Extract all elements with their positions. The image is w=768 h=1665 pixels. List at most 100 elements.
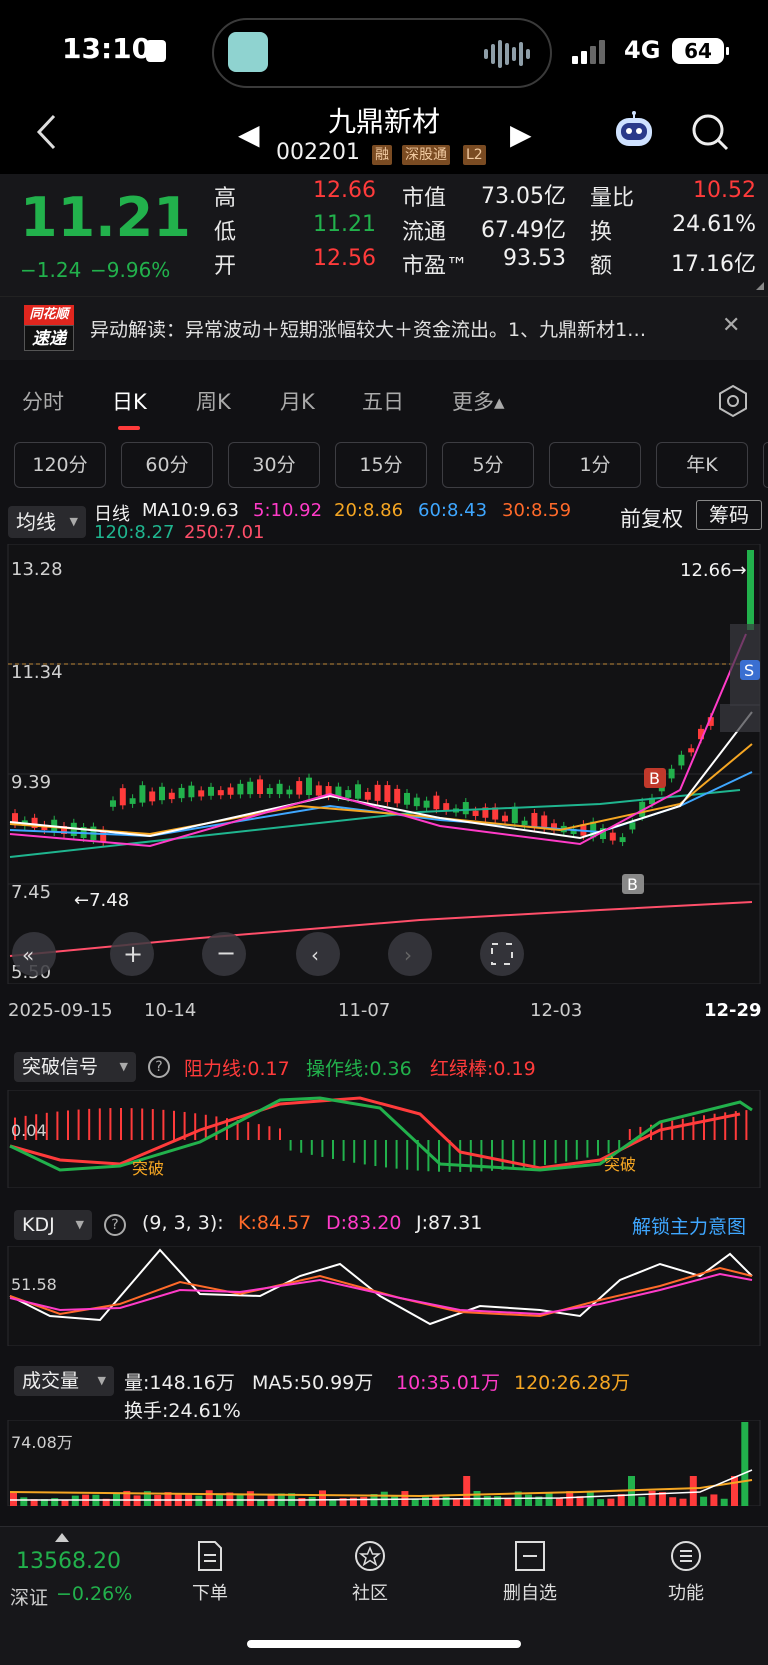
volume-bar (525, 1494, 532, 1506)
volume-bar (432, 1495, 440, 1506)
ma60-value: 60:8.43 (418, 500, 488, 521)
tab-five-day[interactable]: 五日 (362, 386, 404, 416)
breakout-bar (703, 1115, 705, 1140)
adjust-mode[interactable]: 前复权 (620, 503, 683, 533)
volume-selector[interactable]: 成交量 (14, 1366, 114, 1396)
breakout-bar (385, 1140, 387, 1168)
id-card-icon (146, 40, 166, 62)
candle (247, 781, 254, 795)
candle (502, 815, 508, 822)
period-60min[interactable]: 60分 (121, 442, 213, 488)
turnover-label: 换 (590, 220, 613, 245)
expand-index-icon[interactable] (55, 1533, 69, 1542)
candle (286, 789, 293, 795)
nav-community[interactable]: 社区 (330, 1539, 410, 1605)
search-icon[interactable] (690, 112, 730, 152)
breakout-level-label: 0.04 (11, 1121, 47, 1140)
x-tick-3: 11-07 (338, 1000, 391, 1021)
period-30min[interactable]: 30分 (228, 442, 320, 488)
tab-more[interactable]: 更多▴ (452, 386, 505, 416)
volume-chart: 74.08万 (7, 1420, 761, 1506)
ma10-value: MA10:9.63 (142, 500, 239, 521)
quote-panel[interactable]: 11.21 −1.24 −9.96% 高 12.66 低 11.21 开 12.… (0, 174, 768, 296)
period-120min[interactable]: 120分 (14, 442, 106, 488)
candle (276, 783, 283, 795)
candle (462, 802, 469, 815)
kline-chart[interactable]: 13.28 11.34 9.39 7.45 5.50 12.66→ ←7.48 … (0, 544, 768, 984)
buy-signal-label: B (649, 769, 660, 788)
high-price-marker: 12.66→ (680, 560, 747, 581)
svg-text:›: › (404, 943, 412, 967)
tab-intraday[interactable]: 分时 (22, 386, 64, 416)
candle (374, 784, 381, 801)
menu-circle-icon (671, 1541, 701, 1571)
help-icon-2[interactable]: ? (104, 1214, 126, 1236)
candle (521, 820, 528, 826)
index-value[interactable]: 13568.20 (16, 1549, 121, 1574)
volume-bar (555, 1497, 563, 1506)
svg-text:+: + (123, 940, 143, 968)
nav-remove-watchlist[interactable]: 删自选 (490, 1539, 570, 1605)
chips-button[interactable]: 筹码 (696, 500, 762, 530)
nav-functions[interactable]: 功能 (646, 1539, 726, 1605)
tab-daily-k[interactable]: 日K (112, 386, 147, 416)
unlock-intent-link[interactable]: 解锁主力意图 (632, 1212, 746, 1239)
volume-bar (494, 1496, 502, 1506)
breakout-selector[interactable]: 突破信号 (14, 1052, 136, 1082)
candle (178, 787, 185, 799)
home-indicator[interactable] (247, 1640, 521, 1648)
fullscreen-icon[interactable] (480, 932, 524, 976)
status-time: 13:10 (62, 32, 152, 65)
candle (110, 800, 116, 807)
period-1min[interactable]: 1分 (549, 442, 641, 488)
volume-bar (689, 1476, 697, 1506)
tag-shenzhen-connect: 深股通 (402, 145, 450, 165)
candle (188, 785, 195, 798)
period-5min[interactable]: 5分 (442, 442, 534, 488)
next-stock-icon[interactable]: ▶ (510, 118, 532, 151)
volume-bar (452, 1499, 460, 1506)
kdj-level-label: 51.58 (11, 1275, 57, 1294)
ma5-value: 5:10.92 (253, 500, 323, 521)
index-name: 深证 (10, 1587, 49, 1609)
dynamic-island[interactable] (212, 18, 552, 88)
close-icon[interactable]: ✕ (722, 313, 740, 338)
breakout-bar (607, 1140, 610, 1154)
tab-weekly-k[interactable]: 周K (196, 386, 231, 416)
volume-bar (205, 1490, 213, 1506)
period-overflow[interactable] (763, 442, 768, 488)
volume-bar (71, 1495, 79, 1506)
community-star-icon (355, 1541, 385, 1571)
breakout-bar (353, 1140, 356, 1163)
prev-stock-icon[interactable]: ◀ (238, 118, 260, 151)
nav-order[interactable]: 下单 (170, 1539, 250, 1605)
breakout-panel: 突破信号 ? 阻力线:0.17 操作线:0.36 红绿棒:0.19 0.04 突… (0, 1040, 768, 1188)
breakout-bar (533, 1140, 536, 1167)
breakout-bar (289, 1140, 292, 1151)
period-yearly[interactable]: 年K (656, 442, 748, 488)
help-icon[interactable]: ? (148, 1056, 170, 1078)
open-value: 12.56 (313, 246, 376, 271)
tab-monthly-k[interactable]: 月K (280, 386, 315, 416)
x-axis: 2025-09-15 10-14 11-07 12-03 12-29 (0, 996, 768, 1028)
volume-bar (731, 1476, 738, 1506)
period-15min[interactable]: 15分 (335, 442, 427, 488)
news-text[interactable]: 异动解读：异常波动＋短期涨幅较大＋资金流出。1、九鼎新材1… (90, 315, 710, 342)
volume-bar (504, 1498, 512, 1506)
volume-bar (391, 1496, 399, 1506)
robot-assistant-icon[interactable] (612, 110, 656, 150)
candle (198, 790, 205, 797)
breakout-bar (141, 1108, 144, 1140)
settings-hexagon-icon[interactable] (716, 384, 750, 418)
volume-bar (741, 1422, 749, 1506)
ma-selector[interactable]: 均线 (8, 506, 86, 538)
volume-bar (329, 1499, 337, 1506)
news-strip[interactable]: 同花顺 速递 异动解读：异常波动＋短期涨幅较大＋资金流出。1、九鼎新材1… ✕ (0, 296, 768, 360)
volume-bar (720, 1498, 728, 1506)
back-icon[interactable] (36, 114, 58, 159)
svg-text:«: « (22, 943, 34, 967)
kdj-selector[interactable]: KDJ (14, 1210, 92, 1240)
battery-icon: 64 (672, 38, 729, 64)
expand-corner-icon[interactable] (756, 282, 764, 290)
volume-bar (648, 1490, 656, 1506)
